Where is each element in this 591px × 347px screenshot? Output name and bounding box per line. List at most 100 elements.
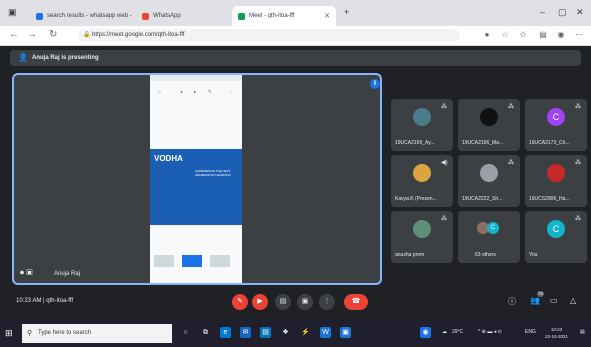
- cortana-icon[interactable]: ○: [180, 327, 191, 338]
- store-icon[interactable]: ▤: [260, 327, 271, 338]
- participant-tile[interactable]: ⁂ 19UCA2196_Ma...: [458, 99, 520, 151]
- collections-icon[interactable]: ▤: [538, 30, 548, 40]
- participant-tile[interactable]: ⁂ 19UCA2222_Sh...: [458, 155, 520, 207]
- back-icon[interactable]: ←: [9, 29, 19, 41]
- edge-icon[interactable]: e: [220, 327, 231, 338]
- participant-name: 19UCS2906_Ha...: [529, 196, 570, 202]
- windows-start-icon[interactable]: ⊞: [5, 328, 13, 338]
- tab-actions-icon[interactable]: ▣: [8, 7, 17, 18]
- others-count: 63 others: [475, 252, 496, 258]
- participant-avatar: [480, 108, 498, 126]
- slide-thumbnail: [210, 255, 230, 267]
- self-avatar: C: [547, 220, 565, 238]
- pin-icon[interactable]: ⏺ ▣: [20, 268, 33, 278]
- self-tile[interactable]: ⁂ C You: [525, 211, 587, 263]
- participant-name: 19UCA2169_Ay...: [395, 140, 435, 146]
- more-options-icon[interactable]: ⋯: [574, 30, 584, 40]
- meeting-time: 10:23 AM: [16, 298, 42, 304]
- participant-tile[interactable]: ⁂ 19UCA2169_Ay...: [391, 99, 453, 151]
- participant-tile[interactable]: ⁂ anusha prem: [391, 211, 453, 263]
- system-tray-icons[interactable]: ^ ⊕ ▬ ◂ ⊙: [478, 329, 502, 335]
- close-tab-icon[interactable]: ✕: [320, 12, 330, 20]
- leave-call-button[interactable]: ☎: [344, 294, 368, 310]
- dropbox-icon[interactable]: ❖: [280, 327, 291, 338]
- word-icon[interactable]: W: [320, 327, 331, 338]
- tab-search-results[interactable]: search results - whatsapp web - ✕: [30, 6, 136, 26]
- power-icon[interactable]: ⚡: [300, 327, 311, 338]
- refresh-icon[interactable]: ↻: [49, 29, 57, 41]
- app-icon[interactable]: ▣: [340, 327, 351, 338]
- participant-name: 19UCA2173_Ch...: [529, 140, 570, 146]
- participant-avatar: [547, 164, 565, 182]
- slide-thumbnails: [152, 255, 240, 269]
- profile-icon[interactable]: ◉: [556, 30, 566, 40]
- address-bar-row: ← → ↻ 🔒 https://meet.google.com/qth-itoa…: [0, 26, 591, 46]
- taskbar-search-box[interactable]: ⚲ Type here to search: [22, 324, 172, 343]
- present-button[interactable]: ▣: [297, 294, 313, 310]
- participant-avatar: [413, 220, 431, 238]
- camera-icon[interactable]: ●: [482, 30, 492, 40]
- weather-temp[interactable]: 29°C: [452, 329, 463, 335]
- mic-off-icon: ⁂: [575, 160, 581, 166]
- speaker-icon: ◀): [441, 160, 448, 166]
- taskbar-clock[interactable]: 10:23 22-10-2021: [545, 326, 568, 340]
- phone-menu-icon: ⋮: [228, 89, 233, 94]
- chrome-icon[interactable]: ◉: [420, 327, 431, 338]
- participant-tile[interactable]: ⁂ 19UCS2906_Ha...: [525, 155, 587, 207]
- document-logo: VODHA: [154, 154, 183, 163]
- phone-home-icon: ⌂: [158, 89, 161, 94]
- slide-thumbnail: [154, 255, 174, 267]
- chat-icon[interactable]: ▭: [550, 296, 558, 305]
- browser-tab-bar: ▣ search results - whatsapp web - ✕ What…: [0, 0, 591, 26]
- lock-icon: 🔒: [83, 32, 91, 38]
- participant-tile[interactable]: ⁂ C 19UCA2173_Ch...: [525, 99, 587, 151]
- participant-avatar: [413, 164, 431, 182]
- meeting-controls-bar: 10:23 AM | qth-itoa-fff ✎ ▶ ▤ ▣ ⋮ ☎ ⓘ 72…: [0, 286, 591, 318]
- others-tile[interactable]: C 63 others: [458, 211, 520, 263]
- people-icon[interactable]: 👥: [530, 296, 540, 305]
- phone-toolbar: ⌂ ◂ ▸ ✎ ⋮: [150, 85, 242, 99]
- participant-tile[interactable]: ◀) Kavya.K (Presen...: [391, 155, 453, 207]
- notifications-icon[interactable]: ▤: [580, 329, 585, 335]
- search-icon: ⚲: [27, 330, 33, 337]
- forward-icon[interactable]: →: [27, 29, 37, 41]
- mic-off-icon: ⁂: [441, 104, 447, 110]
- clock-time: 10:23: [550, 327, 563, 332]
- close-window-button[interactable]: ✕: [576, 7, 584, 18]
- participant-name: 19UCA2196_Ma...: [462, 140, 504, 146]
- shared-phone-screen: ⌂ ◂ ▸ ✎ ⋮ VODHA EXPERIENCE THE NEXT GENE…: [150, 75, 242, 283]
- camera-toggle-button[interactable]: ▶: [252, 294, 268, 310]
- star-icon[interactable]: ✩: [518, 30, 528, 40]
- mic-off-icon: ⁂: [441, 216, 447, 222]
- captions-button[interactable]: ▤: [275, 294, 291, 310]
- tab-whatsapp[interactable]: WhatsApp: [136, 6, 230, 26]
- mic-toggle-button[interactable]: ✎: [232, 294, 248, 310]
- tab-meet[interactable]: Meet - qth-itoa-fff ✕: [232, 6, 336, 26]
- phone-status-bar: [150, 75, 242, 81]
- url-field[interactable]: 🔒 https://meet.google.com/qth-itoa-fff: [78, 29, 460, 42]
- phone-edit-icon: ✎: [208, 89, 212, 94]
- task-view-icon[interactable]: ⧉: [200, 327, 211, 338]
- document-page: VODHA EXPERIENCE THE NEXT GENERATION LEA…: [150, 149, 242, 225]
- main-video-name: Anuja Raj: [54, 271, 81, 277]
- self-name: You: [529, 252, 538, 258]
- activities-icon[interactable]: △: [570, 296, 576, 305]
- mic-off-icon: ⁂: [575, 104, 581, 110]
- slide-thumbnail-selected: [182, 255, 202, 267]
- more-options-button[interactable]: ⋮: [319, 294, 335, 310]
- whatsapp-favicon-icon: [142, 12, 149, 20]
- main-presentation-video[interactable]: ⌂ ◂ ▸ ✎ ⋮ VODHA EXPERIENCE THE NEXT GENE…: [12, 73, 382, 285]
- weather-icon[interactable]: ☁: [442, 329, 447, 335]
- meeting-code: qth-itoa-fff: [46, 298, 74, 304]
- document-heading: EXPERIENCE THE NEXT GENERATION LEARNING: [195, 169, 231, 177]
- meeting-details-icon[interactable]: ⓘ: [508, 296, 516, 307]
- maximize-button[interactable]: ▢: [558, 7, 567, 18]
- mic-off-icon: ⁂: [508, 160, 514, 166]
- mail-icon[interactable]: ✉: [240, 327, 251, 338]
- windows-taskbar: ⊞ ⚲ Type here to search ○ ⧉ e ✉ ▤ ❖ ⚡ W …: [0, 320, 591, 347]
- new-tab-button[interactable]: +: [344, 7, 349, 17]
- favorites-icon[interactable]: ☆: [500, 30, 510, 40]
- language-indicator[interactable]: ENG: [525, 329, 536, 335]
- speaking-indicator-icon: ⦀: [370, 79, 380, 89]
- minimize-button[interactable]: –: [540, 7, 545, 17]
